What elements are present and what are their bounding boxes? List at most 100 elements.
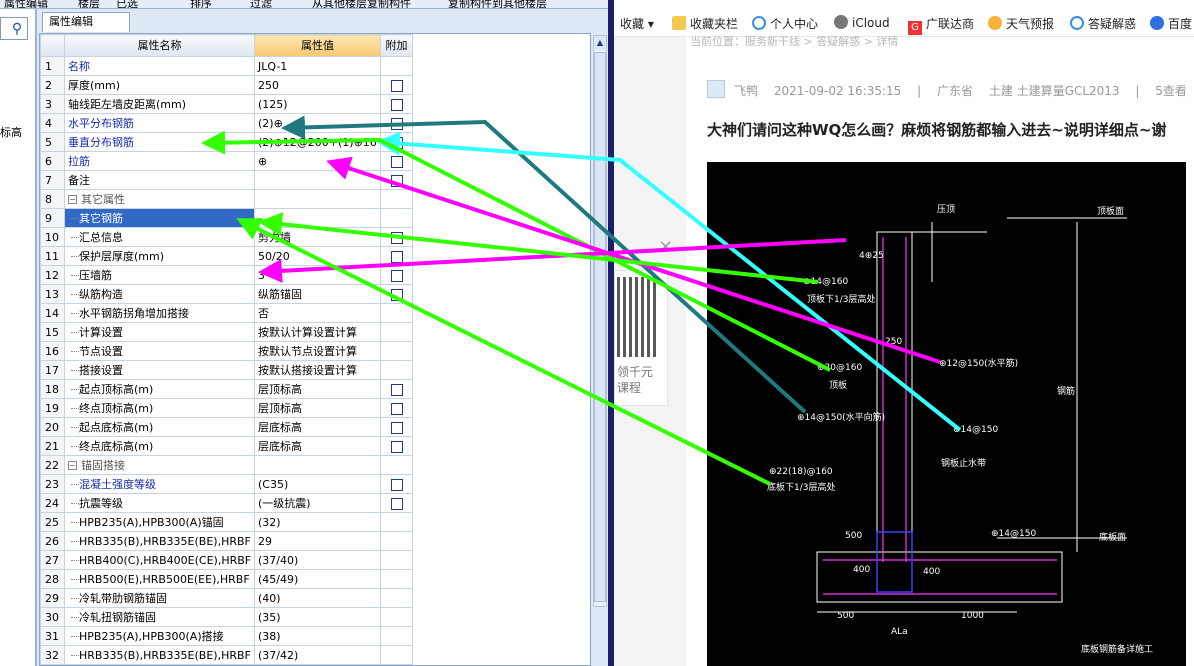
property-name[interactable]: 抗震等级 xyxy=(64,493,255,513)
property-name[interactable]: 计算设置 xyxy=(64,322,255,342)
table-row[interactable]: 28 HRB500(E),HRB500E(EE),HRBF (45/49) xyxy=(40,569,413,589)
bookmark-item[interactable]: G 广联达商 xyxy=(908,15,974,35)
property-name[interactable]: 冷轧扭钢筋锚固 xyxy=(64,607,255,627)
extra-checkbox[interactable] xyxy=(390,98,403,111)
property-value[interactable]: (C35) xyxy=(254,474,381,494)
tab-property-edit[interactable]: 属性编辑 xyxy=(42,12,130,32)
scroll-thumb[interactable] xyxy=(594,52,606,602)
extra-checkbox[interactable] xyxy=(390,478,403,491)
table-row[interactable]: 17 搭接设置 按默认搭接设置计算 xyxy=(40,360,413,380)
property-name[interactable]: − 锚固搭接 xyxy=(64,455,255,475)
table-row[interactable]: 1 名称 JLQ-1 xyxy=(40,56,413,76)
extra-checkbox[interactable] xyxy=(390,250,403,263)
property-value[interactable]: 按默认搭接设置计算 xyxy=(254,360,381,380)
toolbar-item[interactable]: 复制构件到其他楼层 xyxy=(448,0,547,8)
property-name[interactable]: 起点顶标高(m) xyxy=(64,379,255,399)
property-name[interactable]: − 其它属性 xyxy=(64,189,255,209)
extra-checkbox[interactable] xyxy=(390,117,403,130)
table-row[interactable]: 25 HPB235(A),HPB300(A)锚固 (32) xyxy=(40,512,413,532)
extra-checkbox[interactable] xyxy=(390,288,403,301)
bookmark-item[interactable]: 收藏夹栏 xyxy=(672,15,738,32)
header-name[interactable]: 属性名称 xyxy=(64,34,255,57)
table-row[interactable]: 2 厚度(mm) 250 xyxy=(40,75,413,95)
search-icon[interactable]: ⚲ xyxy=(8,20,26,38)
property-name[interactable]: 节点设置 xyxy=(64,341,255,361)
property-name[interactable]: 终点顶标高(m) xyxy=(64,398,255,418)
property-name[interactable]: 垂直分布钢筋 xyxy=(64,132,255,152)
extra-checkbox[interactable] xyxy=(390,269,403,282)
toolbar-item[interactable]: 过滤 xyxy=(250,0,272,8)
bookmark-item[interactable]: 收藏 ▾ xyxy=(620,15,654,32)
property-name[interactable]: HRB400(C),HRB400E(CE),HRBF xyxy=(64,550,255,570)
table-row[interactable]: 12 压墙筋 3 xyxy=(40,265,413,285)
property-name[interactable]: 名称 xyxy=(64,56,255,76)
cad-drawing-image[interactable]: 压顶 顶板面 4⊕25 ⊕14@160 顶板下1/3层高处 250 ⊕20@16… xyxy=(707,162,1186,666)
property-value[interactable]: (40) xyxy=(254,588,381,608)
table-row[interactable]: 5 垂直分布钢筋 (2)⊕12@200+(1)⊕16 xyxy=(40,132,413,152)
property-value[interactable]: (125) xyxy=(254,94,381,114)
table-row[interactable]: 3 轴线距左墙皮距离(mm) (125) xyxy=(40,94,413,114)
property-value[interactable]: 按默认计算设置计算 xyxy=(254,322,381,342)
toolbar-item[interactable]: 从其他楼层复制构件 xyxy=(312,0,411,8)
extra-checkbox[interactable] xyxy=(390,440,403,453)
property-value[interactable]: 层顶标高 xyxy=(254,398,381,418)
table-row[interactable]: 21 终点底标高(m) 层底标高 xyxy=(40,436,413,456)
collapse-icon[interactable]: − xyxy=(68,461,77,470)
table-row[interactable]: 18 起点顶标高(m) 层顶标高 xyxy=(40,379,413,399)
property-value[interactable]: 剪力墙 xyxy=(254,227,381,247)
table-row[interactable]: 27 HRB400(C),HRB400E(CE),HRBF (37/40) xyxy=(40,550,413,570)
property-name[interactable]: 汇总信息 xyxy=(64,227,255,247)
bookmark-item[interactable]: 答疑解惑 xyxy=(1070,15,1136,32)
property-value[interactable]: (37/40) xyxy=(254,550,381,570)
property-name[interactable]: 混凝土强度等级 xyxy=(64,474,255,494)
property-name[interactable]: 起点底标高(m) xyxy=(64,417,255,437)
property-value[interactable]: (38) xyxy=(254,626,381,646)
close-icon[interactable]: × xyxy=(658,236,673,257)
header-value[interactable]: 属性值 xyxy=(254,34,381,57)
property-name[interactable]: 轴线距左墙皮距离(mm) xyxy=(64,94,255,114)
collapse-icon[interactable]: − xyxy=(68,195,77,204)
property-value[interactable]: 层底标高 xyxy=(254,436,381,456)
promo-card[interactable]: 领千元 课程 xyxy=(614,270,668,406)
table-row[interactable]: 9 其它钢筋 xyxy=(40,208,413,228)
extra-checkbox[interactable] xyxy=(390,383,403,396)
property-name[interactable]: 水平分布钢筋 xyxy=(64,113,255,133)
bookmark-item[interactable]: 天气预报 xyxy=(988,15,1054,32)
extra-checkbox[interactable] xyxy=(390,497,403,510)
table-row[interactable]: 23 混凝土强度等级 (C35) xyxy=(40,474,413,494)
extra-checkbox[interactable] xyxy=(390,155,403,168)
property-value[interactable]: (35) xyxy=(254,607,381,627)
property-name[interactable]: 保护层厚度(mm) xyxy=(64,246,255,266)
property-value[interactable]: (32) xyxy=(254,512,381,532)
property-name[interactable]: 搭接设置 xyxy=(64,360,255,380)
property-value[interactable]: 250 xyxy=(254,75,381,95)
property-value[interactable]: (2)⊕12@200+(1)⊕16 xyxy=(254,132,381,152)
property-value[interactable] xyxy=(254,189,381,209)
property-value[interactable]: 29 xyxy=(254,531,381,551)
table-row[interactable]: 4 水平分布钢筋 (2)⊕ xyxy=(40,113,413,133)
table-row[interactable]: 20 起点底标高(m) 层底标高 xyxy=(40,417,413,437)
extra-checkbox[interactable] xyxy=(390,231,403,244)
table-row[interactable]: 19 终点顶标高(m) 层顶标高 xyxy=(40,398,413,418)
extra-checkbox[interactable] xyxy=(390,402,403,415)
table-row[interactable]: 11 保护层厚度(mm) 50/20 xyxy=(40,246,413,266)
scroll-up-icon[interactable]: ▲ xyxy=(594,36,606,50)
table-row[interactable]: 15 计算设置 按默认计算设置计算 xyxy=(40,322,413,342)
extra-checkbox[interactable] xyxy=(390,174,403,187)
table-row[interactable]: 6 拉筋 ⊕ xyxy=(40,151,413,171)
property-value[interactable]: ⊕ xyxy=(254,151,381,171)
property-name[interactable]: 厚度(mm) xyxy=(64,75,255,95)
property-value[interactable]: 纵筋锚固 xyxy=(254,284,381,304)
property-value[interactable]: 层顶标高 xyxy=(254,379,381,399)
property-value[interactable]: (2)⊕ xyxy=(254,113,381,133)
property-name[interactable]: HRB335(B),HRB335E(BE),HRBF xyxy=(64,531,255,551)
property-value[interactable] xyxy=(254,208,381,228)
property-name[interactable]: HPB235(A),HPB300(A)搭接 xyxy=(64,626,255,646)
author-name[interactable]: 飞鸭 xyxy=(734,84,758,98)
table-row[interactable]: 29 冷轧带肋钢筋锚固 (40) xyxy=(40,588,413,608)
property-value[interactable] xyxy=(254,170,381,190)
property-name[interactable]: 冷轧带肋钢筋锚固 xyxy=(64,588,255,608)
property-value[interactable]: 否 xyxy=(254,303,381,323)
property-name[interactable]: HRB500(E),HRB500E(EE),HRBF xyxy=(64,569,255,589)
bookmark-item[interactable]: iCloud xyxy=(834,15,890,30)
